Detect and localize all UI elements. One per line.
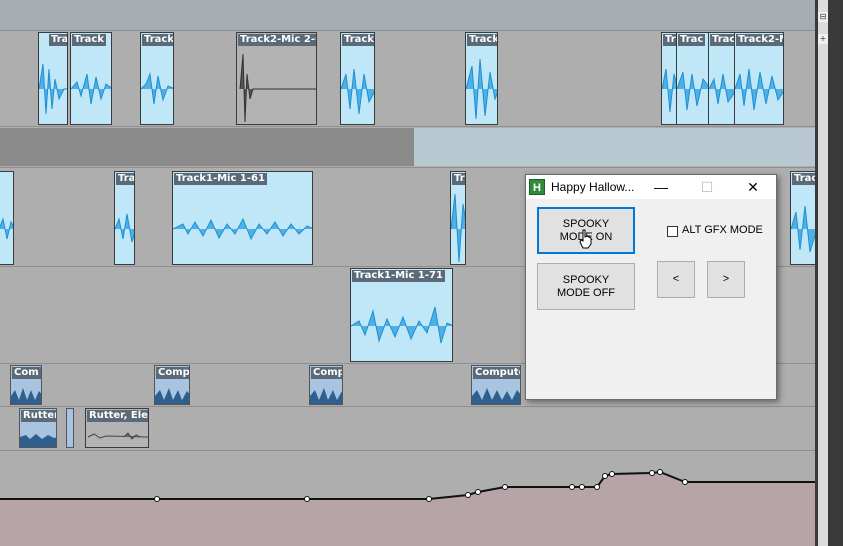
zoom-out-icon[interactable]: ⊟ xyxy=(818,12,828,22)
audio-clip[interactable]: Track2-Mic 2-65 xyxy=(236,32,317,125)
waveform xyxy=(735,68,783,111)
waveform xyxy=(39,63,67,115)
prev-button[interactable]: < xyxy=(657,261,695,298)
alt-gfx-checkbox[interactable] xyxy=(667,226,678,237)
waveform xyxy=(71,73,111,105)
waveform xyxy=(677,71,709,111)
waveform xyxy=(466,58,497,120)
spooky-mode-off-button[interactable]: SPOOKY MODE OFF xyxy=(537,263,635,310)
alt-gfx-label: ALT GFX MODE xyxy=(682,224,763,236)
audio-clip[interactable]: Tr xyxy=(661,32,677,125)
clip-label: Comp xyxy=(311,367,343,379)
clip-label: Comp xyxy=(156,367,190,379)
waveform xyxy=(791,205,815,253)
lane-divider xyxy=(0,450,815,451)
waveform xyxy=(87,432,148,440)
selection-band[interactable] xyxy=(0,128,414,166)
audio-clip[interactable]: Track xyxy=(140,32,174,125)
next-button[interactable]: > xyxy=(707,261,745,298)
audio-clip[interactable]: Rutter, Elect xyxy=(85,408,149,448)
lane-divider xyxy=(0,406,815,407)
waveform xyxy=(451,193,465,263)
waveform xyxy=(0,217,13,240)
clip-label: Rutter, xyxy=(21,410,56,422)
clip-label: Compute xyxy=(473,367,521,379)
selection-band-right[interactable] xyxy=(414,128,815,166)
waveform xyxy=(662,68,676,113)
lane-divider xyxy=(0,30,815,31)
audio-clip[interactable]: Trac xyxy=(676,32,710,125)
audio-clip[interactable]: Trac xyxy=(708,32,736,125)
spooky-mode-off-label: SPOOKY MODE OFF xyxy=(556,274,616,299)
audio-clip[interactable]: Comp xyxy=(309,365,343,405)
audio-clip[interactable] xyxy=(0,171,14,265)
waveform xyxy=(20,434,56,447)
waveform xyxy=(310,388,342,404)
timeline-header xyxy=(0,0,815,30)
audio-clip[interactable]: Track xyxy=(340,32,375,125)
waveform xyxy=(115,213,134,243)
waveform xyxy=(11,388,41,404)
audio-clip[interactable]: Track2-M xyxy=(734,32,784,125)
audio-clip[interactable]: Rutter, xyxy=(19,408,57,448)
maximize-button[interactable]: ☐ xyxy=(684,175,730,199)
waveform xyxy=(173,217,312,241)
waveform xyxy=(155,388,189,404)
clip-label: Rutter, Elect xyxy=(87,410,148,422)
close-button[interactable]: ✕ xyxy=(730,175,776,199)
waveform xyxy=(341,68,374,115)
audio-clip[interactable]: Track1-Mic 1-71 xyxy=(350,268,453,362)
lane-divider xyxy=(0,126,815,127)
audio-clip[interactable]: Tra xyxy=(114,171,135,265)
audio-clip[interactable] xyxy=(66,408,74,448)
waveform xyxy=(709,73,735,105)
waveform xyxy=(141,72,173,105)
audio-clip[interactable]: Comp xyxy=(154,365,190,405)
waveform xyxy=(351,306,452,344)
waveform xyxy=(472,388,520,404)
audio-clip[interactable]: Track1-Mic 1-61 xyxy=(172,171,313,265)
audio-clip[interactable]: Track xyxy=(70,32,112,125)
happy-halloween-dialog: H Happy Hallow... — ☐ ✕ SPOOKY MODE ON S… xyxy=(525,174,777,400)
vertical-scrollbar[interactable] xyxy=(818,0,828,546)
waveform xyxy=(239,53,316,123)
clip-label: Com xyxy=(12,367,41,379)
audio-clip[interactable]: Tr xyxy=(450,171,466,265)
app-icon: H xyxy=(529,179,545,195)
minimize-button[interactable]: — xyxy=(638,175,684,199)
audio-clip[interactable]: Com xyxy=(10,365,42,405)
audio-clip[interactable]: Trac xyxy=(790,171,816,265)
audio-clip[interactable]: Tra xyxy=(38,32,68,125)
zoom-in-icon[interactable]: + xyxy=(818,34,828,44)
hand-cursor-icon xyxy=(579,229,592,249)
audio-clip[interactable]: Compute xyxy=(471,365,521,405)
dialog-titlebar[interactable]: H Happy Hallow... — ☐ ✕ xyxy=(526,175,776,199)
lane-divider xyxy=(0,167,815,168)
dialog-title: Happy Hallow... xyxy=(551,180,635,194)
audio-clip[interactable]: Track xyxy=(465,32,498,125)
volume-envelope[interactable] xyxy=(0,452,815,546)
